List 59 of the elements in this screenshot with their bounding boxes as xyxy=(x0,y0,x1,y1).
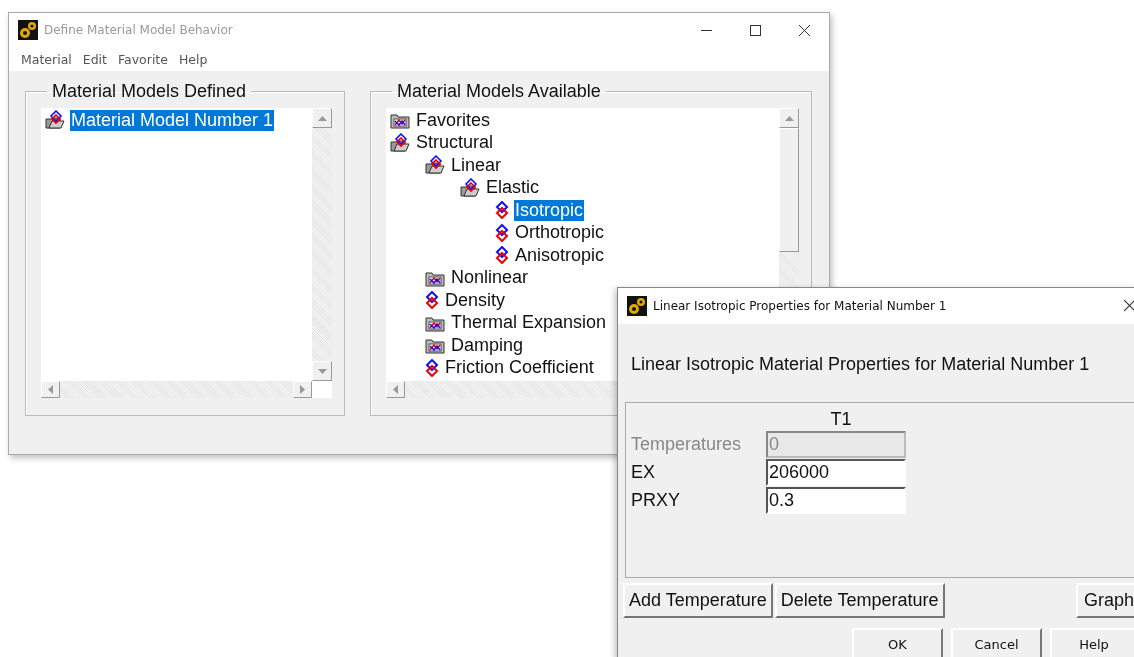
up-arrow-icon xyxy=(784,115,794,121)
app-gear-icon xyxy=(18,20,38,40)
property-label: PRXY xyxy=(630,489,682,511)
tree-item[interactable]: Nonlinear xyxy=(450,267,530,289)
property-label: Temperatures xyxy=(630,433,743,455)
diamond-icon xyxy=(425,358,439,377)
tree-item[interactable]: Isotropic xyxy=(514,199,585,221)
action-button[interactable]: Graph xyxy=(1075,583,1134,618)
right-arrow-icon xyxy=(300,385,305,394)
down-arrow-icon xyxy=(317,368,327,374)
up-arrow-icon xyxy=(317,115,327,121)
dialog-button[interactable]: Help xyxy=(1050,628,1134,657)
tree-item[interactable]: Structural xyxy=(415,132,495,154)
vertical-scrollbar[interactable] xyxy=(312,108,332,381)
scroll-left-button[interactable] xyxy=(41,381,60,398)
horizontal-scrollbar[interactable] xyxy=(41,381,312,398)
dialog-button[interactable]: Cancel xyxy=(951,628,1042,657)
tree-item[interactable]: Anisotropic xyxy=(514,244,606,266)
tree-item[interactable]: Friction Coefficient xyxy=(444,357,595,379)
scroll-down-button[interactable] xyxy=(312,361,332,381)
tree-item[interactable]: Damping xyxy=(450,334,525,356)
left-arrow-icon xyxy=(393,385,398,394)
scroll-up-button[interactable] xyxy=(779,108,799,128)
group-title: Material Models Available xyxy=(396,81,602,102)
value-field[interactable]: 0.3 xyxy=(766,486,906,514)
scroll-up-button[interactable] xyxy=(312,108,332,128)
group-title: Material Models Defined xyxy=(51,81,248,102)
diamond-icon xyxy=(495,201,509,220)
diamond-icon xyxy=(425,291,439,310)
scroll-right-button[interactable] xyxy=(293,381,312,398)
menu-item[interactable]: Favorite xyxy=(114,49,172,69)
diamond-icon xyxy=(495,246,509,265)
tree-item[interactable]: Elastic xyxy=(485,177,540,199)
tree-item[interactable]: Density xyxy=(444,289,507,311)
list-box[interactable]: Material Model Number 1 xyxy=(41,108,332,398)
value-field: 0 xyxy=(766,430,906,458)
scrollbar-thumb[interactable] xyxy=(779,128,799,252)
close-icon[interactable] xyxy=(1124,300,1134,312)
dialog-button[interactable]: OK xyxy=(852,628,943,657)
column-header: T1 xyxy=(830,409,852,429)
tree-item[interactable]: Linear xyxy=(450,154,503,176)
maximize-icon[interactable] xyxy=(750,24,761,36)
tree-item[interactable]: Favorites xyxy=(415,109,492,131)
menu-item[interactable]: Help xyxy=(174,49,212,69)
left-arrow-icon xyxy=(48,385,53,394)
menu-item[interactable]: Edit xyxy=(78,49,111,69)
window-title: Define Material Model Behavior xyxy=(44,23,233,37)
list-item[interactable]: Material Model Number 1 xyxy=(70,109,275,131)
diamond-icon xyxy=(495,223,509,242)
scroll-left-button[interactable] xyxy=(386,381,405,398)
app-gear-icon xyxy=(627,296,647,316)
tree-item[interactable]: Thermal Expansion xyxy=(450,312,608,334)
property-label: EX xyxy=(630,461,656,483)
menu-item[interactable]: Material xyxy=(17,49,76,69)
action-button[interactable]: Delete Temperature xyxy=(774,583,945,618)
value-field[interactable]: 206000 xyxy=(766,458,906,486)
tree-item[interactable]: Orthotropic xyxy=(514,222,606,244)
close-icon[interactable] xyxy=(799,24,810,36)
action-button[interactable]: Add Temperature xyxy=(623,583,773,618)
